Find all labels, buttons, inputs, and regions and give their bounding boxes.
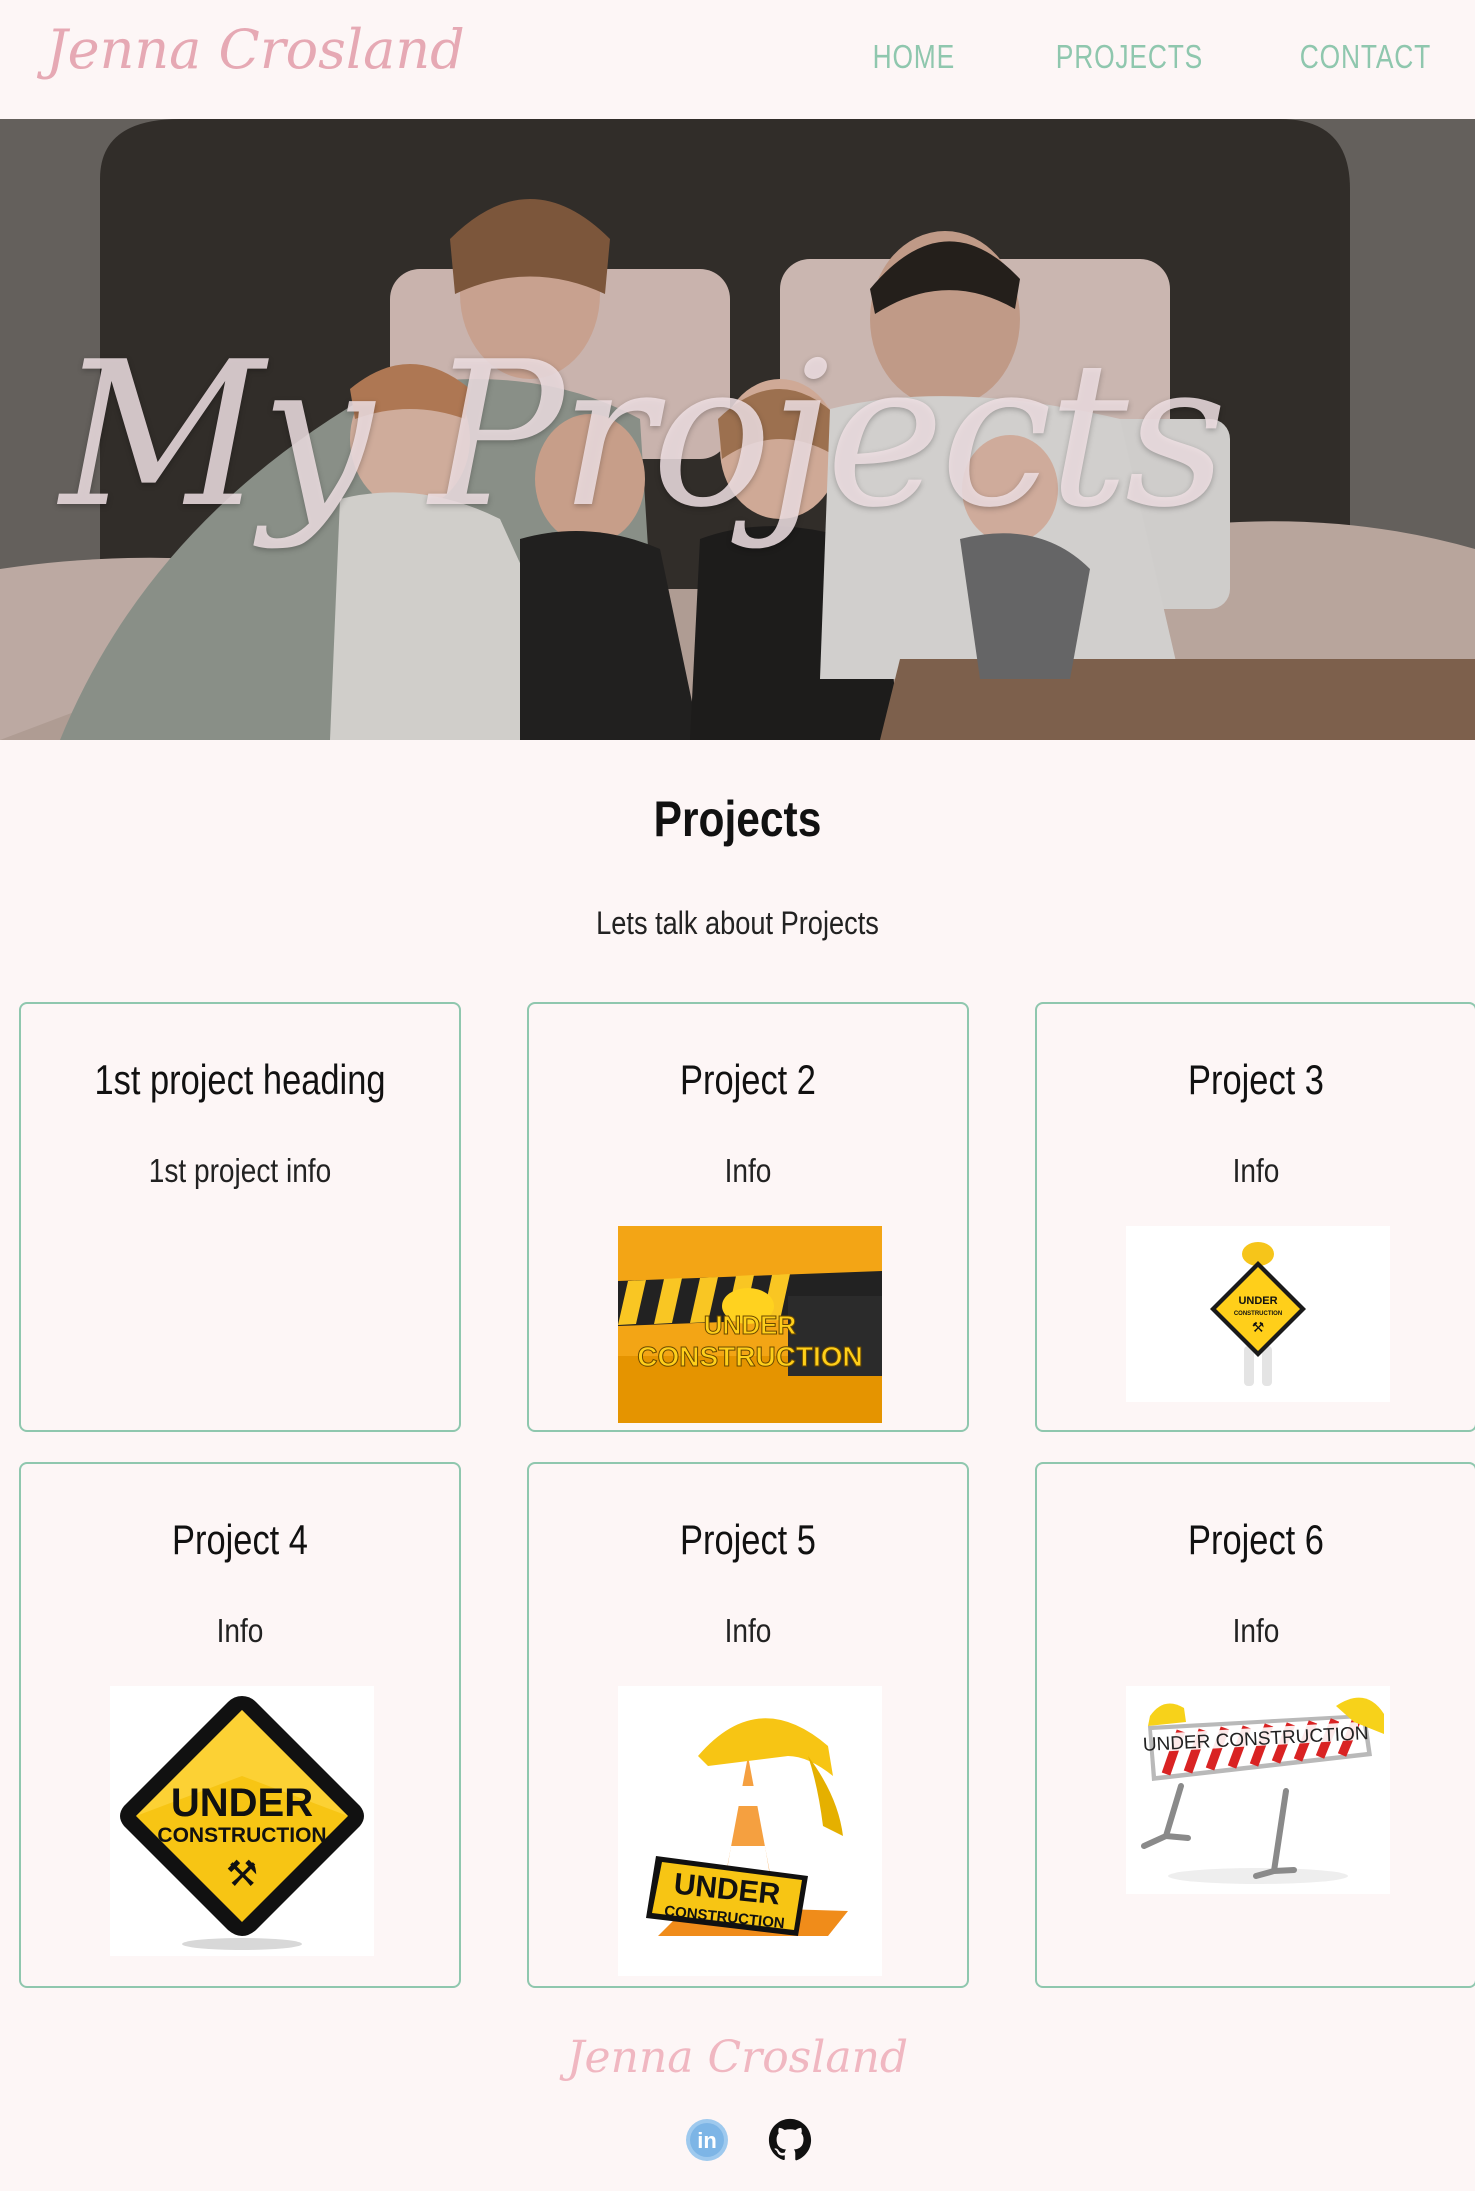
under-construction-barrier-image: UNDER CONSTRUCTION <box>1126 1686 1390 1894</box>
nav-link-projects[interactable]: PROJECTS <box>1056 38 1203 76</box>
banner-text-2: CONSTRUCTION <box>637 1341 863 1372</box>
project-card-4[interactable]: Project 4 Info UNDER CONSTRUCTION ⚒ <box>19 1462 461 1988</box>
project-info: 1st project info <box>148 1152 332 1189</box>
linkedin-link[interactable]: in <box>685 2118 729 2162</box>
footer-brand: Jenna Crosland <box>566 2032 909 2083</box>
project-title: Project 4 <box>172 1516 308 1563</box>
hero-banner: My Projects <box>0 119 1475 740</box>
project-title: Project 6 <box>1188 1516 1324 1563</box>
hero-title: My Projects <box>60 319 1227 552</box>
sign-text-2: CONSTRUCTION <box>157 1824 326 1847</box>
under-construction-banner-image: UNDER CONSTRUCTION <box>618 1226 882 1423</box>
sign-text-1: UNDER <box>1238 1295 1277 1307</box>
github-icon <box>768 2118 812 2161</box>
linkedin-label: in <box>697 2128 717 2153</box>
section-title: Projects <box>653 791 822 847</box>
under-construction-diamond-image: UNDER CONSTRUCTION ⚒ <box>110 1686 374 1956</box>
hammer-wrench-icon: ⚒ <box>1252 1320 1265 1336</box>
linkedin-icon: in <box>686 2119 728 2161</box>
project-card-6[interactable]: Project 6 Info UNDER CONSTRUCTION <box>1035 1462 1475 1988</box>
project-card-3[interactable]: Project 3 Info UNDER CONSTRUCTION ⚒ <box>1035 1002 1475 1432</box>
github-link[interactable] <box>768 2118 812 2162</box>
nav-link-contact[interactable]: CONTACT <box>1300 38 1431 76</box>
sign-text-1: UNDER <box>171 1781 313 1825</box>
hammer-wrench-icon: ⚒ <box>226 1854 258 1895</box>
project-card-5[interactable]: Project 5 Info UNDER CONSTRUCTION <box>527 1462 969 1988</box>
navbar: Jenna Crosland HOME PROJECTS CONTACT <box>0 0 1475 119</box>
under-construction-figure-image: UNDER CONSTRUCTION ⚒ <box>1126 1226 1390 1402</box>
sign-text-2: CONSTRUCTION <box>1234 1311 1282 1317</box>
project-info: Info <box>1232 1152 1280 1189</box>
project-info: Info <box>724 1152 772 1189</box>
nav-link-home[interactable]: HOME <box>873 38 955 76</box>
project-info: Info <box>1232 1612 1280 1649</box>
project-card-1[interactable]: 1st project heading 1st project info <box>19 1002 461 1432</box>
project-title: Project 3 <box>1188 1056 1324 1103</box>
brand-logo[interactable]: Jenna Crosland <box>46 18 465 81</box>
project-card-2[interactable]: Project 2 Info UNDER CONSTRUCTION <box>527 1002 969 1432</box>
project-info: Info <box>724 1612 772 1649</box>
project-title: Project 2 <box>680 1056 816 1103</box>
project-title: Project 5 <box>680 1516 816 1563</box>
under-construction-cone-image: UNDER CONSTRUCTION <box>618 1686 882 1976</box>
nav-links: HOME PROJECTS CONTACT <box>852 38 1431 76</box>
project-title: 1st project heading <box>94 1056 386 1103</box>
banner-text-1: UNDER <box>704 1310 797 1340</box>
section-subtitle: Lets talk about Projects <box>596 905 879 941</box>
project-info: Info <box>216 1612 264 1649</box>
